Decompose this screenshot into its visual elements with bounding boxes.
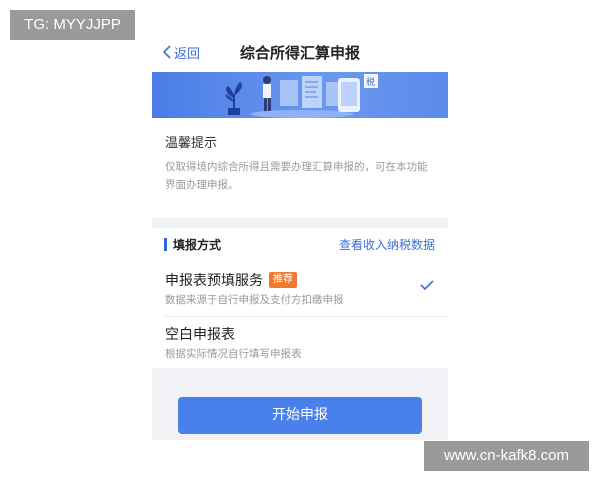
- nav-bar: 返回 综合所得汇算申报: [152, 32, 448, 72]
- checkmark-icon: [420, 280, 434, 290]
- divider: [164, 316, 448, 317]
- tax-sign: 税: [366, 76, 375, 88]
- view-income-tax-data-link[interactable]: 查看收入纳税数据: [339, 236, 435, 253]
- option-subtitle: 根据实际情况自行填写申报表: [165, 348, 302, 360]
- tips-card: 温馨提示 仅取得境内综合所得且需要办理汇算申报的，可在本功能界面办理申报。: [152, 118, 448, 218]
- banner: 税: [152, 72, 448, 118]
- recommend-badge: 推荐: [269, 272, 297, 288]
- watermark-bottom: www.cn-kafk8.com: [424, 441, 589, 471]
- option-title: 空白申报表: [165, 324, 235, 344]
- option-subtitle: 数据来源于自行申报及支付方扣缴申报: [165, 294, 344, 306]
- section-accent-bar: [164, 238, 167, 251]
- section-title: 填报方式: [173, 238, 222, 252]
- section-header: 填报方式 查看收入纳税数据: [152, 228, 448, 262]
- tips-title: 温馨提示: [165, 136, 218, 151]
- fill-method-section: 填报方式 查看收入纳税数据 申报表预填服务 推荐 数据来源于自行申报及支付方扣缴…: [152, 228, 448, 368]
- page-title: 综合所得汇算申报: [239, 44, 360, 62]
- banner-illustration: 税: [225, 74, 378, 118]
- tips-body: 仅取得境内综合所得且需要办理汇算申报的，可在本功能界面办理申报。: [165, 161, 428, 191]
- app-screen: 返回 综合所得汇算申报 税 温馨提示 仅取得境内综合所得且需要办理汇算申报的，可…: [152, 32, 448, 440]
- option-prefill-service[interactable]: 申报表预填服务 推荐 数据来源于自行申报及支付方扣缴申报: [152, 264, 448, 316]
- option-title-text: 申报表预填服务: [165, 273, 263, 289]
- option-blank-form[interactable]: 空白申报表 根据实际情况自行填写申报表: [152, 318, 448, 370]
- option-title-text: 空白申报表: [165, 327, 235, 343]
- option-title: 申报表预填服务 推荐: [165, 270, 297, 290]
- start-filing-button[interactable]: 开始申报: [178, 397, 422, 434]
- watermark-top: TG: MYYJJPP: [10, 10, 135, 40]
